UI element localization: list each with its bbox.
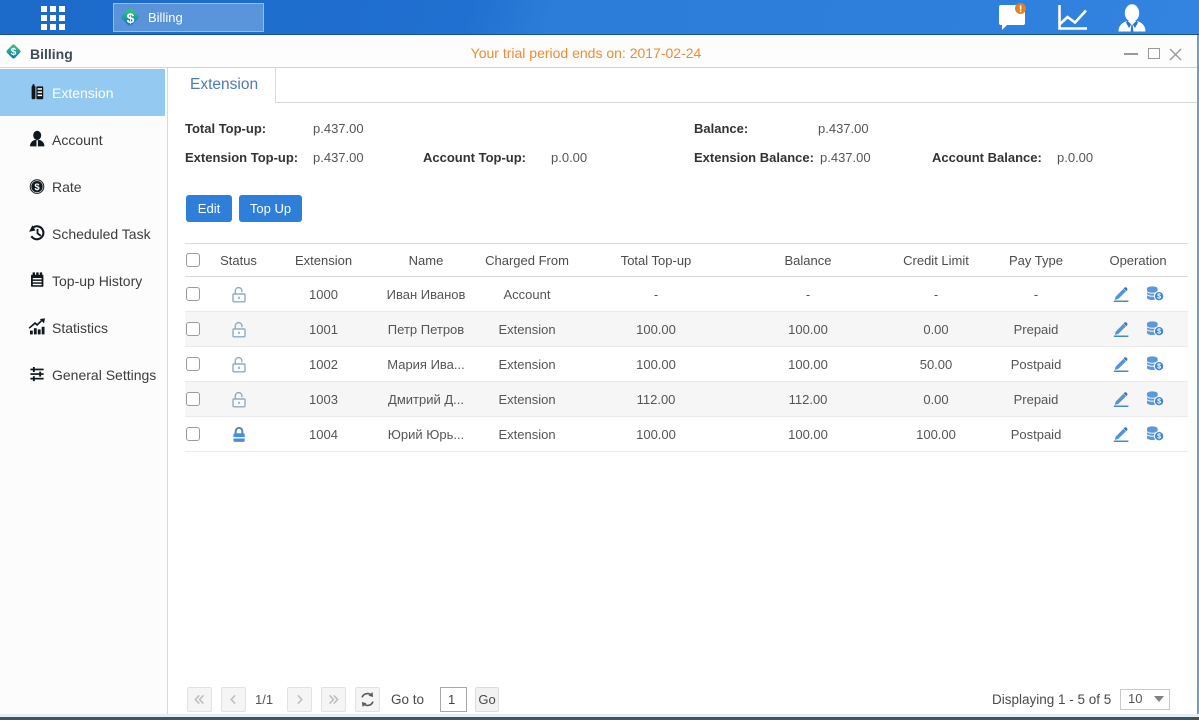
svg-text:$: $ <box>1157 294 1161 301</box>
svg-text:$: $ <box>1157 329 1161 336</box>
svg-text:$: $ <box>34 182 40 193</box>
svg-text:$: $ <box>1157 364 1161 371</box>
svg-text:$: $ <box>1157 434 1161 441</box>
svg-text:$: $ <box>1157 399 1161 406</box>
